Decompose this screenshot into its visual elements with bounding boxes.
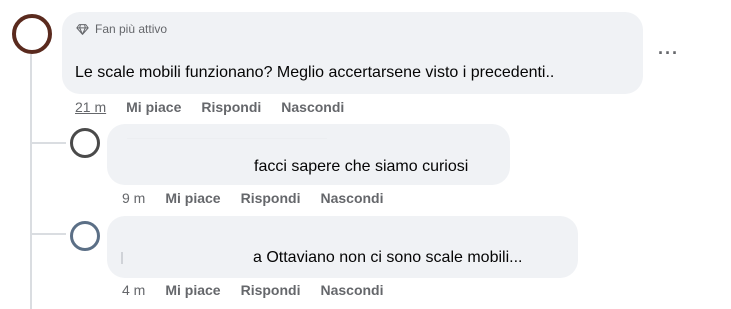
avatar[interactable] [70,128,100,158]
thread-line [30,54,32,309]
top-fan-badge: Fan più attivo [76,22,167,36]
hide-button[interactable]: Nascondi [320,190,383,206]
timestamp-link[interactable]: 21 m [75,99,106,115]
like-button[interactable]: Mi piace [165,282,220,298]
reply-text: facci sapere che siamo curiosi [254,158,469,175]
comment-text: Le scale mobili funzionano? Meglio accer… [75,64,555,81]
thread-connector [30,233,66,235]
reply-actions: 4 m Mi piace Rispondi Nascondi [122,282,404,298]
avatar[interactable] [70,221,100,251]
hide-button[interactable]: Nascondi [320,282,383,298]
like-button[interactable]: Mi piace [126,99,181,115]
badge-label: Fan più attivo [95,22,168,36]
thread-connector [30,142,66,144]
comment-actions: 21 m Mi piace Rispondi Nascondi [75,99,364,115]
reply-bubble: a Ottaviano non ci sono scale mobili... [107,216,578,278]
reply-bubble: facci sapere che siamo curiosi [107,124,510,185]
timestamp-link[interactable]: 9 m [122,190,145,206]
timestamp-link[interactable]: 4 m [122,282,145,298]
diamond-icon [76,23,89,35]
reply-text: a Ottaviano non ci sono scale mobili... [253,249,523,266]
avatar[interactable] [12,14,52,54]
reply-button[interactable]: Rispondi [241,190,301,206]
more-options-button[interactable]: ··· [658,43,679,64]
reply-button[interactable]: Rispondi [241,282,301,298]
like-button[interactable]: Mi piace [165,190,220,206]
faint-line [127,138,327,139]
reply-button[interactable]: Rispondi [201,99,261,115]
reply-actions: 9 m Mi piace Rispondi Nascondi [122,190,404,206]
faint-line [121,252,123,264]
comment-bubble: Fan più attivo Le scale mobili funzionan… [62,12,643,94]
hide-button[interactable]: Nascondi [281,99,344,115]
